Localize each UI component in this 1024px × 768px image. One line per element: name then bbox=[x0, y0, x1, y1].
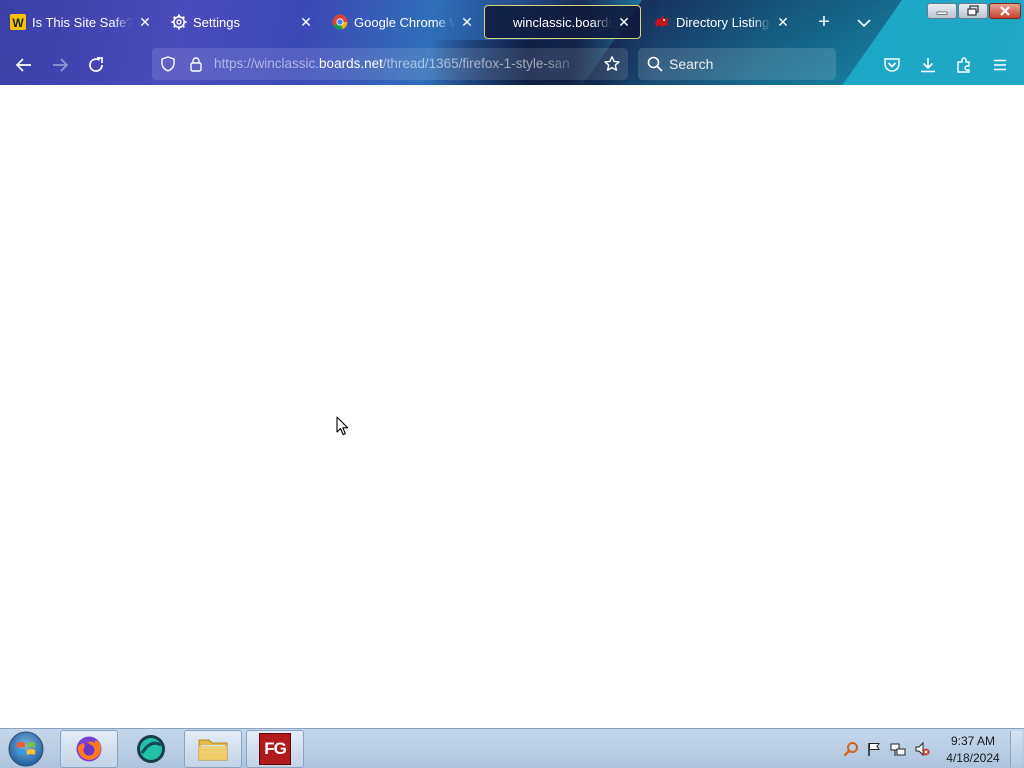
windows-orb-icon bbox=[8, 731, 44, 767]
restore-icon bbox=[967, 5, 979, 16]
tab-title: winclassic.boards.n bbox=[513, 14, 612, 30]
action-center-flag-icon[interactable] bbox=[866, 741, 882, 757]
teal-circle-app-icon bbox=[137, 735, 165, 763]
lock-icon[interactable] bbox=[188, 56, 204, 77]
new-tab-button[interactable]: + bbox=[812, 11, 836, 35]
page-content-area[interactable] bbox=[0, 85, 1024, 728]
tab-title: Google Chrome We bbox=[354, 14, 455, 30]
taskbar-firefox-button[interactable] bbox=[60, 730, 118, 768]
tab-close-icon[interactable]: ✕ bbox=[775, 14, 791, 30]
close-icon bbox=[1000, 6, 1010, 16]
tab-settings[interactable]: Settings ✕ bbox=[161, 5, 322, 39]
tab-close-icon[interactable]: ✕ bbox=[459, 14, 475, 30]
tab-title: Settings bbox=[193, 14, 240, 30]
search-placeholder: Search bbox=[669, 56, 714, 72]
chrome-logo-icon bbox=[332, 14, 348, 30]
fg-app-label: FG bbox=[264, 739, 287, 758]
pocket-button[interactable] bbox=[879, 52, 905, 78]
download-icon bbox=[921, 58, 935, 73]
taskbar-fg-button[interactable]: FG bbox=[246, 730, 304, 768]
tab-is-this-site-safe[interactable]: W Is This Site Safe? Ho ✕ bbox=[0, 5, 161, 39]
chevron-down-icon[interactable] bbox=[853, 12, 875, 34]
speaker-muted-icon[interactable] bbox=[914, 741, 930, 757]
fg-app-icon: FG bbox=[259, 733, 291, 765]
tab-directory-listing[interactable]: Directory Listing: / ✕ bbox=[644, 5, 799, 39]
reload-icon bbox=[89, 57, 103, 72]
website-checker-icon: W bbox=[10, 14, 26, 30]
svg-text:W: W bbox=[12, 16, 24, 30]
address-bar[interactable]: https://winclassic.boards.net/thread/136… bbox=[152, 48, 628, 80]
window-controls bbox=[926, 3, 1021, 19]
taskbar: FG 9:37 AM 4/18/2024 bbox=[0, 728, 1024, 768]
start-button[interactable] bbox=[6, 730, 46, 768]
tab-strip: W Is This Site Safe? Ho ✕ Settings ✕ Goo… bbox=[0, 0, 1024, 44]
tab-winclassic[interactable]: winclassic.boards.n ✕ bbox=[484, 5, 641, 39]
back-button[interactable] bbox=[11, 52, 37, 78]
browser-chrome: W Is This Site Safe? Ho ✕ Settings ✕ Goo… bbox=[0, 0, 1024, 85]
tab-close-icon[interactable]: ✕ bbox=[137, 14, 153, 30]
clock-date[interactable]: 4/18/2024 bbox=[940, 751, 1006, 765]
tab-title: Directory Listing: / bbox=[676, 14, 771, 30]
taskbar-explorer-button[interactable] bbox=[184, 730, 242, 768]
tab-google-chrome[interactable]: Google Chrome We ✕ bbox=[322, 5, 483, 39]
forward-arrow-icon bbox=[53, 58, 69, 72]
extensions-button[interactable] bbox=[951, 52, 977, 78]
shield-icon[interactable] bbox=[160, 56, 176, 77]
restore-button[interactable] bbox=[958, 3, 988, 19]
clock-time[interactable]: 9:37 AM bbox=[940, 734, 1006, 748]
folder-icon bbox=[198, 739, 228, 761]
url-subdomain: winclassic. bbox=[254, 56, 320, 71]
tab-title: Is This Site Safe? Ho bbox=[32, 14, 133, 30]
tab-close-icon[interactable]: ✕ bbox=[616, 14, 632, 30]
puzzle-piece-icon bbox=[957, 57, 970, 73]
url-scheme: https:// bbox=[214, 56, 255, 71]
minimize-icon bbox=[936, 11, 948, 15]
search-input[interactable]: Search bbox=[638, 48, 836, 80]
gear-icon bbox=[171, 14, 187, 30]
network-icon[interactable] bbox=[890, 741, 906, 757]
search-icon bbox=[647, 56, 663, 77]
show-desktop-button[interactable] bbox=[1010, 731, 1022, 767]
bookmark-star-icon[interactable] bbox=[603, 55, 621, 78]
url-text[interactable]: https://winclassic.boards.net/thread/136… bbox=[214, 56, 588, 71]
pocket-icon bbox=[884, 58, 900, 72]
back-arrow-icon bbox=[15, 58, 31, 72]
magnifier-tray-icon[interactable] bbox=[843, 741, 859, 757]
hamburger-menu-icon bbox=[994, 59, 1006, 71]
red-dragon-icon bbox=[654, 14, 670, 30]
close-window-button[interactable] bbox=[989, 3, 1021, 19]
url-path: /thread/1365/firefox-1-style-san bbox=[382, 56, 570, 71]
forward-button[interactable] bbox=[47, 52, 73, 78]
reload-button[interactable] bbox=[83, 52, 109, 78]
menu-button[interactable] bbox=[987, 52, 1013, 78]
taskbar-app-button[interactable] bbox=[122, 730, 180, 768]
minimize-button[interactable] bbox=[927, 3, 957, 19]
downloads-button[interactable] bbox=[915, 52, 941, 78]
mouse-cursor-icon bbox=[336, 416, 350, 436]
firefox-icon bbox=[76, 736, 102, 762]
url-host: boards.net bbox=[319, 56, 383, 71]
navigation-toolbar: https://winclassic.boards.net/thread/136… bbox=[0, 44, 1024, 85]
tab-close-icon[interactable]: ✕ bbox=[298, 14, 314, 30]
